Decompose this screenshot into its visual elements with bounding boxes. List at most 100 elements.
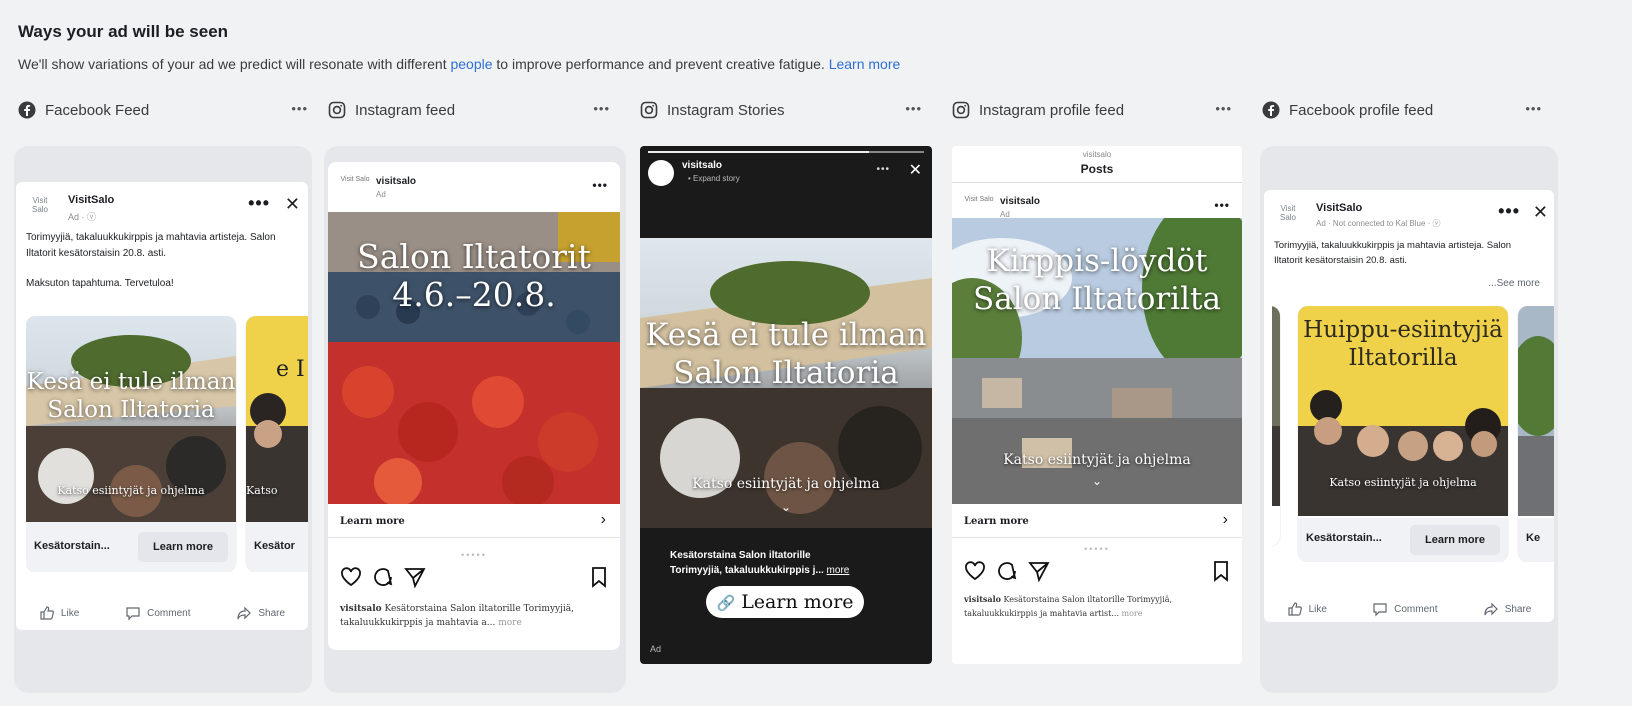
learn-more-bar[interactable]: Learn more › xyxy=(952,504,1242,538)
like-button[interactable]: Like xyxy=(1287,594,1327,622)
share-button[interactable]: Share xyxy=(1483,594,1531,622)
like-button[interactable]: Like xyxy=(39,598,79,628)
more-options-button[interactable]: ••• xyxy=(1498,202,1520,220)
like-label: Like xyxy=(60,607,80,619)
desc-text-1: We'll show variations of your ad we pred… xyxy=(18,56,451,72)
close-button[interactable]: ✕ xyxy=(1533,202,1548,223)
placement-label: Instagram feed xyxy=(355,101,456,119)
instagram-stories-preview[interactable]: visitsalo • Expand story ••• ✕ Kesä ei t… xyxy=(640,146,932,664)
share-label: Share xyxy=(258,607,286,619)
learn-more-button[interactable]: Learn more xyxy=(1410,525,1500,555)
more-options-button[interactable]: ••• xyxy=(1214,198,1230,212)
learn-more-button[interactable]: Learn more xyxy=(138,532,228,562)
story-caption-line1: Kesätorstaina Salon iltatorille xyxy=(670,550,811,561)
carousel-card[interactable]: Huippu-esiintyjiä Iltatorilla Katso esii… xyxy=(1298,306,1508,562)
comment-button[interactable]: Comment xyxy=(1372,594,1438,622)
card-title: Kesätorstain... xyxy=(1306,532,1382,544)
card-image: Kesä ei tule ilman Salon Iltatoria Katso… xyxy=(26,316,236,522)
brand-logo: Visit Salo xyxy=(1279,204,1296,222)
section-title: Ways your ad will be seen xyxy=(18,22,229,41)
share-icon xyxy=(1484,602,1498,616)
carousel-card[interactable]: Kesä ei tule ilman Salon Iltatoria Katso… xyxy=(26,316,236,572)
story-image: Kesä ei tule ilman Salon Iltatoria Katso… xyxy=(640,238,932,528)
more-options-button[interactable]: ••• xyxy=(592,178,608,192)
comment-label: Comment xyxy=(1394,603,1438,615)
chevron-right-icon: › xyxy=(1222,511,1228,528)
see-more-link[interactable]: ...See more xyxy=(1488,278,1540,289)
post-actions xyxy=(964,560,1230,586)
comment-icon[interactable] xyxy=(372,566,394,588)
card-footer: Kesätorstain... Learn more xyxy=(1298,518,1508,562)
placement-more-button[interactable]: ••• xyxy=(593,101,610,116)
bookmark-icon[interactable] xyxy=(1212,560,1230,582)
card-headline: e I xyxy=(276,357,305,382)
ad-carousel[interactable]: Huippu-esiintyjiä Iltatorilla Katso esii… xyxy=(1272,306,1554,562)
chevron-down-icon: ⌄ xyxy=(780,500,792,514)
story-caption-line2: Torimyyjiä, takaluukkukirppis j... xyxy=(670,565,824,576)
placement-more-button[interactable]: ••• xyxy=(1525,101,1542,116)
post-caption: visitsalo Kesätorstaina Salon iltatorill… xyxy=(340,602,608,630)
ad-image: Salon Iltatorit 4.6.–20.8. xyxy=(328,212,620,504)
like-icon xyxy=(1287,602,1302,616)
caption-account: visitsalo xyxy=(340,604,382,614)
placement-instagram-stories: Instagram Stories ••• xyxy=(640,98,922,122)
learn-more-bar[interactable]: Learn more › xyxy=(328,504,620,538)
ad-carousel[interactable]: Kesä ei tule ilman Salon Iltatoria Katso… xyxy=(26,316,308,572)
facebook-feed-preview[interactable]: Visit Salo VisitSalo Ad · ⓥ ••• ✕ Torimy… xyxy=(16,182,308,630)
close-button[interactable]: ✕ xyxy=(285,194,300,215)
card-cta-text: Katso xyxy=(246,484,278,497)
account-name[interactable]: visitsalo xyxy=(1000,196,1040,207)
card-headline: Kesä ei tule ilman Salon Iltatoria xyxy=(26,369,236,423)
story-headline: Kesä ei tule ilman Salon Iltatoria xyxy=(645,317,927,391)
card-title: Kesätor xyxy=(254,540,295,552)
bookmark-icon[interactable] xyxy=(590,566,608,588)
placement-more-button[interactable]: ••• xyxy=(1215,101,1232,116)
story-progress-bar xyxy=(648,151,924,153)
link-icon: 🔗 xyxy=(716,594,736,612)
send-icon[interactable] xyxy=(1028,560,1050,582)
story-learn-more-button[interactable]: 🔗 Learn more xyxy=(706,586,864,618)
card-title: Kesätorstain... xyxy=(34,540,110,552)
card-title: Ke xyxy=(1526,532,1541,544)
placement-more-button[interactable]: ••• xyxy=(905,101,922,116)
instagram-icon xyxy=(952,101,970,119)
comment-icon xyxy=(1373,603,1387,617)
account-name[interactable]: visitsalo xyxy=(376,176,416,187)
story-caption-more[interactable]: more xyxy=(827,565,850,576)
card-cta-text: Katso esiintyjät ja ohjelma xyxy=(1329,476,1477,489)
caption-more-link[interactable]: more xyxy=(495,618,522,628)
post-header: Visit Salo VisitSalo Ad · ⓥ ••• ✕ xyxy=(16,182,308,230)
post-caption: visitsalo Kesätorstaina Salon iltatorill… xyxy=(964,592,1230,621)
page-name[interactable]: VisitSalo xyxy=(68,194,114,206)
learn-more-link[interactable]: Learn more xyxy=(829,56,901,72)
post-text-2: Maksuton tapahtuma. Tervetuloa! xyxy=(26,278,174,289)
card-footer: Kesätor xyxy=(246,522,308,572)
story-learn-more-label: Learn more xyxy=(741,591,854,613)
instagram-feed-preview[interactable]: Visit Salo visitsalo Ad ••• Salon Iltato… xyxy=(328,162,620,650)
carousel-card[interactable]: e I Katso Kesätor xyxy=(246,316,308,572)
people-link[interactable]: people xyxy=(450,56,492,72)
page-name[interactable]: VisitSalo xyxy=(1316,202,1362,214)
more-options-button[interactable]: ••• xyxy=(248,194,270,212)
heart-icon[interactable] xyxy=(964,560,986,582)
carousel-card[interactable]: Ke xyxy=(1518,306,1554,562)
carousel-card[interactable] xyxy=(1272,306,1280,546)
comment-icon[interactable] xyxy=(996,560,1018,582)
send-icon[interactable] xyxy=(404,566,426,588)
heart-icon[interactable] xyxy=(340,566,362,588)
story-sub-label: • Expand story xyxy=(688,174,740,183)
post-actions: Like Comment Share xyxy=(16,598,308,628)
more-options-button[interactable]: ••• xyxy=(876,164,890,175)
account-name[interactable]: visitsalo xyxy=(682,160,722,171)
section-description: We'll show variations of your ad we pred… xyxy=(18,56,900,72)
comment-button[interactable]: Comment xyxy=(125,598,191,628)
caption-more-link[interactable]: more xyxy=(1119,609,1143,618)
post-actions: Like Comment Share xyxy=(1264,594,1554,622)
instagram-profile-feed-preview[interactable]: visitsalo Posts Visit Salo visitsalo Ad … xyxy=(952,146,1242,664)
chevron-down-icon: ⌄ xyxy=(1091,474,1103,488)
close-button[interactable]: ✕ xyxy=(909,160,922,180)
post-text: Torimyyjiä, takaluukkukirppis ja mahtavi… xyxy=(26,232,276,259)
placement-more-button[interactable]: ••• xyxy=(291,101,308,116)
share-button[interactable]: Share xyxy=(236,598,285,628)
facebook-profile-feed-preview[interactable]: Visit Salo VisitSalo Ad · Not connected … xyxy=(1264,190,1554,622)
